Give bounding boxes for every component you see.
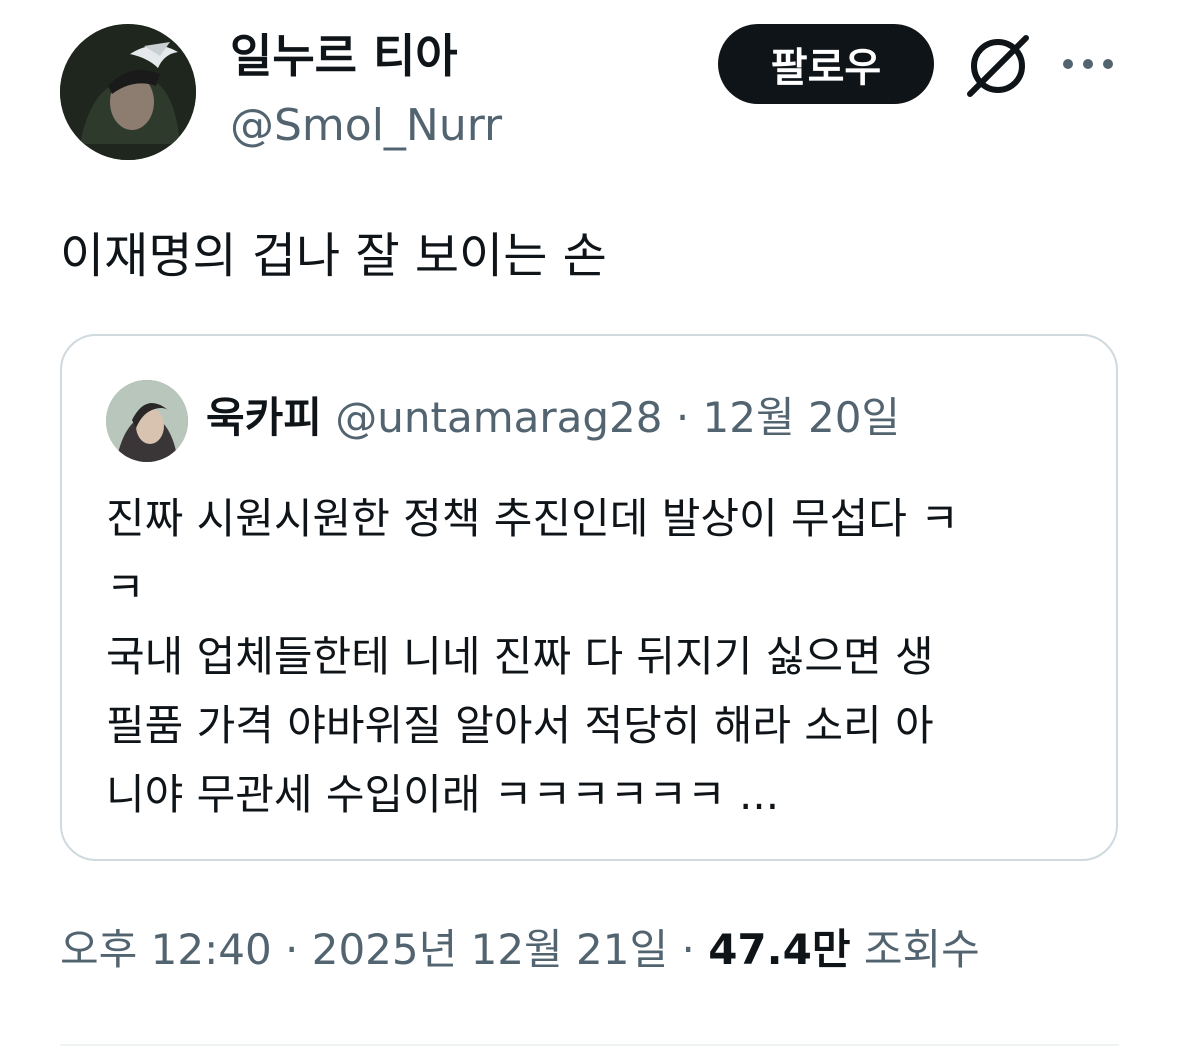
views-label: 조회수: [863, 925, 980, 974]
tweet-text: 이재명의 겁나 잘 보이는 손: [60, 228, 607, 284]
quoted-author-handle[interactable]: @untamarag28: [335, 393, 662, 442]
quoted-text-line: 니야 무관세 수입이래 ㅋㅋㅋㅋㅋㅋ ...: [106, 770, 780, 819]
author-avatar-image: [60, 24, 196, 160]
divider: [60, 1044, 1119, 1046]
author-display-name[interactable]: 일누르 티아: [230, 28, 458, 84]
quoted-tweet-body: 진짜 시원시원한 정책 추진인데 발상이 무섭다 ㅋ ㅋ 국내 업체들한테 니네…: [106, 484, 1086, 829]
follow-button[interactable]: 팔로우: [718, 24, 934, 104]
quoted-meta-separator: ·: [662, 393, 703, 442]
tweet-meta-row: 오후 12:40 · 2025년 12월 21일 · 47.4만 조회수: [60, 920, 980, 980]
meta-separator: ·: [668, 925, 709, 974]
tweet-time[interactable]: 오후 12:40: [60, 925, 272, 974]
quoted-text-line: 필품 가격 야바위질 알아서 적당히 해라 소리 아: [106, 701, 934, 750]
quoted-tweet-header: 욱카피 @untamarag28 · 12월 20일: [206, 390, 900, 446]
quoted-avatar-image: [106, 380, 188, 462]
quoted-author-name[interactable]: 욱카피: [206, 393, 322, 442]
author-avatar[interactable]: [60, 24, 196, 160]
views-count[interactable]: 47.4만: [708, 925, 850, 974]
quoted-text-line: 진짜 시원시원한 정책 추진인데 발상이 무섭다 ㅋ: [106, 494, 959, 543]
quoted-tweet-date[interactable]: 12월 20일: [703, 393, 901, 442]
tweet-date[interactable]: 2025년 12월 21일: [312, 925, 668, 974]
meta-separator: ·: [271, 925, 312, 974]
quoted-text-line: 국내 업체들한테 니네 진짜 다 뒤지기 싫으면 생: [106, 632, 934, 681]
quoted-text-line: ㅋ: [106, 563, 145, 612]
author-handle[interactable]: @Smol_Nurr: [230, 98, 502, 154]
more-options-icon[interactable]: [1060, 52, 1116, 76]
grok-icon[interactable]: [962, 30, 1034, 102]
quoted-author-avatar[interactable]: [106, 380, 188, 462]
quoted-tweet-card[interactable]: 욱카피 @untamarag28 · 12월 20일 진짜 시원시원한 정책 추…: [60, 334, 1118, 861]
